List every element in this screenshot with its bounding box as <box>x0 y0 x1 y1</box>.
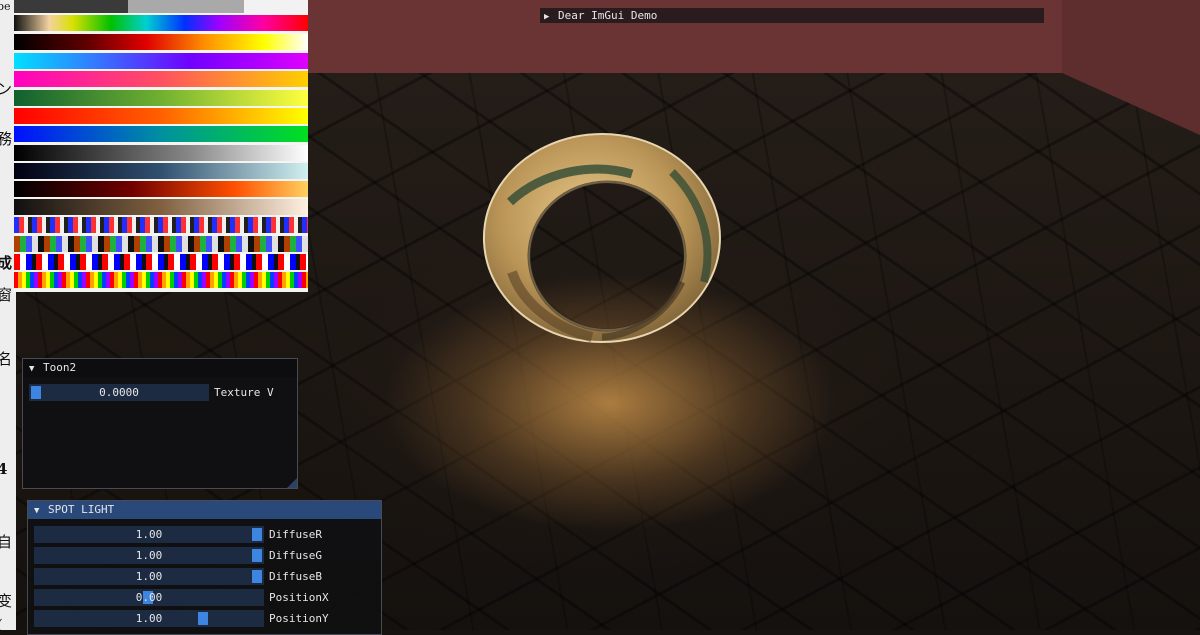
diffuse-b-slider[interactable]: 1.00 <box>34 568 264 585</box>
doc-fragment: 变 <box>0 592 13 610</box>
colormap-strip <box>14 145 308 161</box>
colormap-strip <box>14 108 308 124</box>
window-title: Toon2 <box>43 361 77 374</box>
colormap-strip <box>14 217 308 233</box>
imgui-demo-window-titlebar[interactable]: ▶ Dear ImGui Demo <box>540 8 1044 23</box>
slider-value: 1.00 <box>135 528 163 541</box>
colormap-strip <box>14 53 308 69</box>
toon2-titlebar[interactable]: ▼ Toon2 <box>23 359 297 377</box>
colormap-palette <box>14 0 308 292</box>
slider-label: PositionY <box>269 612 329 625</box>
position-y-slider[interactable]: 1.00 <box>34 610 264 627</box>
slider-value: 1.00 <box>135 612 163 625</box>
colormap-strip <box>14 15 308 31</box>
slider-grab[interactable] <box>252 528 262 541</box>
colormap-strip <box>14 126 308 142</box>
toon2-window[interactable]: ▼ Toon2 0.0000 Texture V <box>22 358 298 489</box>
resize-grip[interactable] <box>287 478 297 488</box>
slider-grab[interactable] <box>198 612 208 625</box>
colormap-strip <box>14 236 308 252</box>
slider-label: Texture V <box>214 386 274 399</box>
doc-fragment: be <box>0 0 11 13</box>
slider-value: 1.00 <box>135 549 163 562</box>
palette-header-dark <box>14 0 128 13</box>
doc-fragment: 務 <box>0 130 13 148</box>
collapse-arrow-icon[interactable]: ▶ <box>544 10 558 25</box>
slider-label: DiffuseB <box>269 570 322 583</box>
colormap-strip <box>14 90 308 106</box>
colormap-strip <box>14 254 308 270</box>
doc-fragment: 名 <box>0 350 13 368</box>
texture-v-slider[interactable]: 0.0000 <box>29 384 209 401</box>
slider-label: DiffuseR <box>269 528 322 541</box>
doc-fragment: 自 <box>0 533 13 551</box>
slider-value: 0.0000 <box>99 386 139 399</box>
doc-fragment: ( <box>0 616 3 630</box>
slider-value: 1.00 <box>135 570 163 583</box>
expand-arrow-icon[interactable]: ▼ <box>29 360 43 378</box>
slider-label: DiffuseG <box>269 549 322 562</box>
colormap-strip <box>14 181 308 197</box>
colormap-strip <box>14 71 308 87</box>
slider-value: 0.00 <box>135 591 163 604</box>
position-x-slider[interactable]: 0.00 <box>34 589 264 606</box>
spot-light-titlebar[interactable]: ▼ SPOT LIGHT <box>28 501 381 519</box>
diffuse-r-slider[interactable]: 1.00 <box>34 526 264 543</box>
slider-grab[interactable] <box>252 570 262 583</box>
doc-fragment: ン <box>0 80 13 98</box>
colormap-strip <box>14 163 308 179</box>
doc-fragment: 成 <box>0 254 13 272</box>
slider-grab[interactable] <box>252 549 262 562</box>
doc-fragment: 4 <box>0 460 8 478</box>
doc-fragment: 窗 <box>0 286 13 304</box>
toon-torus-model <box>483 133 721 343</box>
slider-grab[interactable] <box>31 386 41 399</box>
colormap-strip <box>14 34 308 50</box>
palette-header-mid <box>128 0 244 13</box>
window-title: Dear ImGui Demo <box>558 9 658 22</box>
colormap-strip <box>14 272 308 288</box>
slider-label: PositionX <box>269 591 329 604</box>
expand-arrow-icon[interactable]: ▼ <box>34 502 48 520</box>
palette-header-light <box>244 0 308 13</box>
window-title: SPOT LIGHT <box>48 503 115 516</box>
diffuse-g-slider[interactable]: 1.00 <box>34 547 264 564</box>
spot-light-window[interactable]: ▼ SPOT LIGHT 1.00 DiffuseR 1.00 DiffuseG … <box>27 500 382 635</box>
colormap-strip <box>14 199 308 215</box>
